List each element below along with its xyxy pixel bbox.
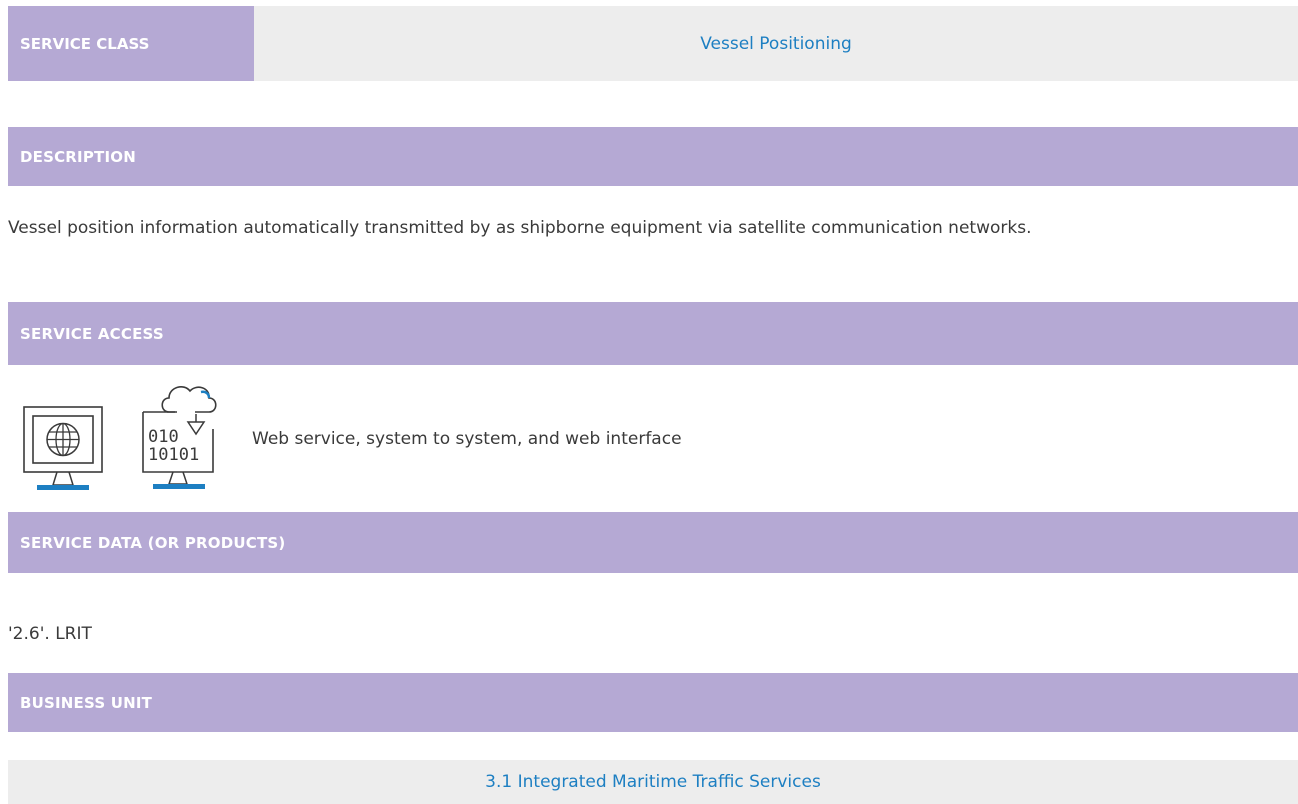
description-text: Vessel position information automaticall…	[8, 218, 1032, 238]
globe-monitor-icon	[20, 404, 104, 494]
service-access-header: SERVICE ACCESS	[8, 302, 1298, 365]
service-access-text: Web service, system to system, and web i…	[252, 429, 682, 449]
service-data-header: SERVICE DATA (OR PRODUCTS)	[8, 512, 1298, 573]
service-class-row: SERVICE CLASS Vessel Positioning	[8, 6, 1298, 81]
service-class-value: Vessel Positioning	[254, 6, 1298, 81]
business-unit-header: BUSINESS UNIT	[8, 673, 1298, 732]
service-class-label: SERVICE CLASS	[8, 6, 254, 81]
business-unit-value: 3.1 Integrated Maritime Traffic Services	[8, 760, 1298, 804]
data-line-2: 10101	[148, 445, 199, 465]
service-data-text: '2.6'. LRIT	[8, 624, 92, 644]
cloud-data-monitor-icon: 010 10101	[133, 378, 225, 494]
description-header: DESCRIPTION	[8, 127, 1298, 186]
data-line-1: 010	[148, 427, 179, 447]
